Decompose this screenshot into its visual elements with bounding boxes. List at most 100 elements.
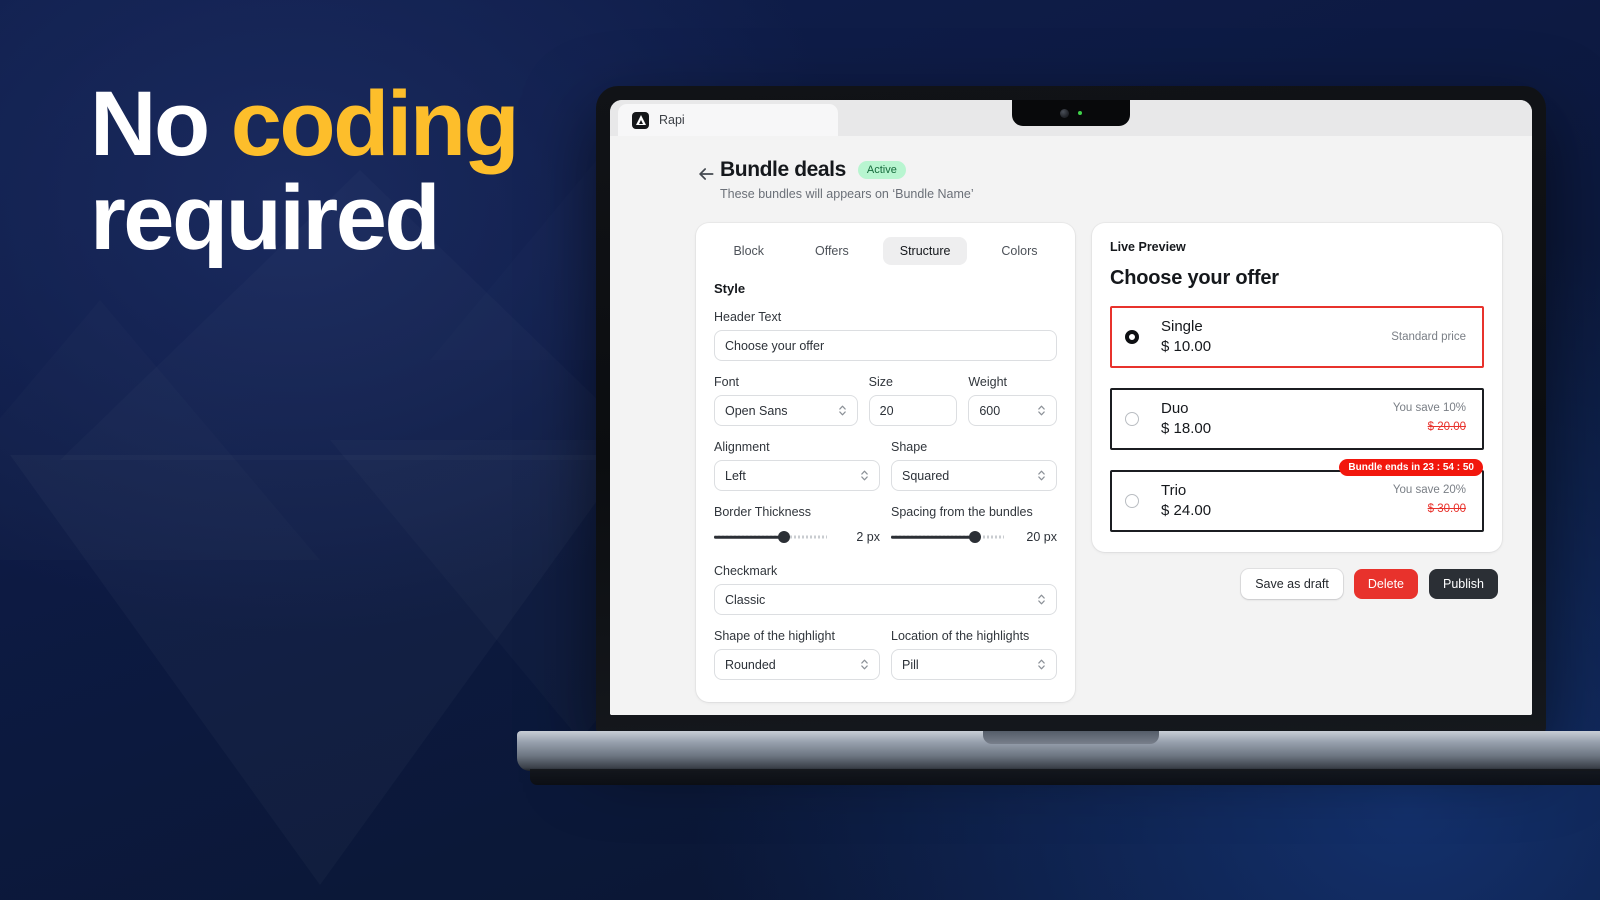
settings-body: Style Header Text Choose your offer Font… bbox=[696, 269, 1075, 680]
label-size: Size bbox=[868, 375, 893, 389]
app-viewport: Bundle deals Active These bundles will a… bbox=[610, 136, 1532, 715]
chevron-updown-icon bbox=[1038, 594, 1045, 605]
offer-note: Standard price bbox=[1391, 330, 1466, 343]
offer-row-duo[interactable]: Duo $ 18.00 You save 10% $ 20.00 bbox=[1110, 388, 1484, 450]
radio-button[interactable] bbox=[1125, 412, 1139, 426]
offer-price: $ 24.00 bbox=[1161, 501, 1212, 519]
label-alignment: Alignment bbox=[714, 440, 770, 454]
live-preview-label: Live Preview bbox=[1110, 240, 1186, 254]
alignment-select[interactable]: Left bbox=[714, 460, 880, 491]
font-select[interactable]: Open Sans bbox=[714, 395, 858, 426]
tab-block[interactable]: Block bbox=[716, 237, 781, 265]
bundle-timer-badge: Bundle ends in 23 : 54 : 50 bbox=[1339, 459, 1483, 476]
spacing-slider[interactable] bbox=[891, 531, 1004, 544]
chevron-updown-icon bbox=[861, 659, 868, 670]
shape-value: Squared bbox=[902, 468, 950, 483]
offer-row-single[interactable]: Single $ 10.00 Standard price bbox=[1110, 306, 1484, 368]
offer-meta: Standard price bbox=[1391, 330, 1466, 345]
hero-headline-line1-plain: No bbox=[90, 73, 231, 175]
slider-fill bbox=[891, 535, 975, 539]
offer-meta: You save 10% $ 20.00 bbox=[1393, 401, 1466, 436]
highlight-location-select[interactable]: Pill bbox=[891, 649, 1057, 680]
field-font: Font Open Sans bbox=[714, 375, 858, 426]
rapi-logo-icon bbox=[632, 111, 649, 129]
label-spacing: Spacing from the bundles bbox=[891, 505, 1033, 519]
offer-note: You save 10% bbox=[1392, 402, 1466, 415]
promo-banner: No coding required Rapi Bundle deals Act… bbox=[0, 0, 1600, 900]
offer-name: Trio bbox=[1161, 481, 1187, 499]
label-weight: Weight bbox=[968, 375, 1008, 389]
panels-container: Block Offers Structure Colors Style Head… bbox=[636, 223, 1506, 702]
back-arrow-icon[interactable] bbox=[696, 164, 716, 184]
offer-row-trio[interactable]: Bundle ends in 23 : 54 : 50 Trio $ 24.00… bbox=[1110, 459, 1484, 532]
offer-info: Trio $ 24.00 bbox=[1161, 482, 1393, 520]
tab-colors[interactable]: Colors bbox=[984, 237, 1054, 265]
page-header: Bundle deals Active These bundles will a… bbox=[636, 158, 1506, 201]
radio-button-selected[interactable] bbox=[1125, 330, 1139, 344]
highlight-location-value: Pill bbox=[902, 657, 919, 672]
field-checkmark: Checkmark Classic bbox=[714, 564, 1057, 615]
laptop-foot bbox=[530, 769, 1600, 785]
chevron-updown-icon bbox=[1038, 470, 1045, 481]
live-preview-heading: Choose your offer bbox=[1110, 267, 1279, 289]
label-border-thickness: Border Thickness bbox=[714, 505, 812, 519]
offer-info: Single $ 10.00 bbox=[1161, 318, 1391, 356]
tab-structure[interactable]: Structure bbox=[882, 237, 968, 265]
offer-price: $ 18.00 bbox=[1161, 419, 1212, 437]
background-triangle bbox=[10, 455, 630, 885]
page-title: Bundle deals bbox=[720, 158, 846, 181]
border-thickness-value: 2 px bbox=[856, 530, 880, 544]
slider-handle[interactable] bbox=[968, 531, 981, 543]
spacing-value: 20 px bbox=[1026, 530, 1057, 544]
chevron-updown-icon bbox=[838, 405, 846, 416]
webcam-notch bbox=[1012, 100, 1130, 126]
browser-tab[interactable]: Rapi bbox=[618, 104, 838, 136]
radio-button[interactable] bbox=[1125, 494, 1139, 508]
field-shape: Shape Squared bbox=[891, 440, 1057, 491]
camera-indicator-icon bbox=[1078, 111, 1082, 115]
header-text-value: Choose your offer bbox=[725, 338, 825, 353]
label-checkmark: Checkmark bbox=[714, 564, 778, 578]
field-spacing: Spacing from the bundles 20 px bbox=[891, 505, 1057, 544]
laptop-lid: Rapi Bundle deals Active These bundles w… bbox=[596, 86, 1546, 734]
slider-handle[interactable] bbox=[778, 531, 791, 543]
field-header-text: Header Text Choose your offer bbox=[714, 310, 1057, 361]
offer-name: Single bbox=[1161, 317, 1203, 335]
chevron-updown-icon bbox=[861, 470, 868, 481]
browser-tab-label: Rapi bbox=[659, 113, 685, 127]
settings-card: Block Offers Structure Colors Style Head… bbox=[696, 223, 1075, 702]
publish-button[interactable]: Publish bbox=[1429, 569, 1498, 599]
live-preview-card: Live Preview Choose your offer Single $ … bbox=[1092, 223, 1502, 552]
field-size: Size 20 bbox=[868, 375, 958, 426]
hero-headline-line2: required bbox=[90, 166, 441, 269]
chevron-updown-icon bbox=[1038, 405, 1045, 416]
hero-headline-accent: coding bbox=[230, 73, 520, 175]
delete-button[interactable]: Delete bbox=[1353, 569, 1418, 599]
shape-select[interactable]: Squared bbox=[891, 460, 1057, 491]
label-header-text: Header Text bbox=[714, 310, 782, 324]
hero-headline: No coding required bbox=[90, 77, 610, 269]
header-text-input[interactable]: Choose your offer bbox=[714, 330, 1057, 361]
field-border-thickness: Border Thickness 2 px bbox=[714, 505, 880, 544]
save-as-draft-button[interactable]: Save as draft bbox=[1241, 569, 1343, 599]
weight-select[interactable]: 600 bbox=[968, 395, 1057, 426]
field-weight: Weight 600 bbox=[968, 375, 1057, 426]
label-font: Font bbox=[714, 375, 740, 389]
size-input[interactable]: 20 bbox=[868, 395, 958, 426]
offer-info: Duo $ 18.00 bbox=[1161, 400, 1393, 438]
checkmark-select[interactable]: Classic bbox=[714, 584, 1057, 615]
label-shape: Shape bbox=[891, 440, 928, 454]
tab-offers[interactable]: Offers bbox=[798, 237, 866, 265]
weight-value: 600 bbox=[979, 403, 1001, 418]
row-sliders: Border Thickness 2 px Spacing from the b… bbox=[714, 505, 1057, 558]
border-thickness-slider-row: 2 px bbox=[714, 530, 880, 544]
title-row: Bundle deals Active bbox=[720, 158, 1506, 182]
row-font-size-weight: Font Open Sans Size 20 Weight 600 bbox=[714, 375, 1057, 440]
border-thickness-slider[interactable] bbox=[714, 531, 827, 544]
highlight-shape-value: Rounded bbox=[725, 657, 776, 672]
settings-tab-bar: Block Offers Structure Colors bbox=[696, 235, 1075, 269]
background-triangle bbox=[0, 300, 320, 560]
row-alignment-shape: Alignment Left Shape Squared bbox=[714, 440, 1057, 505]
highlight-shape-select[interactable]: Rounded bbox=[714, 649, 880, 680]
preview-column: Live Preview Choose your offer Single $ … bbox=[1092, 223, 1502, 599]
